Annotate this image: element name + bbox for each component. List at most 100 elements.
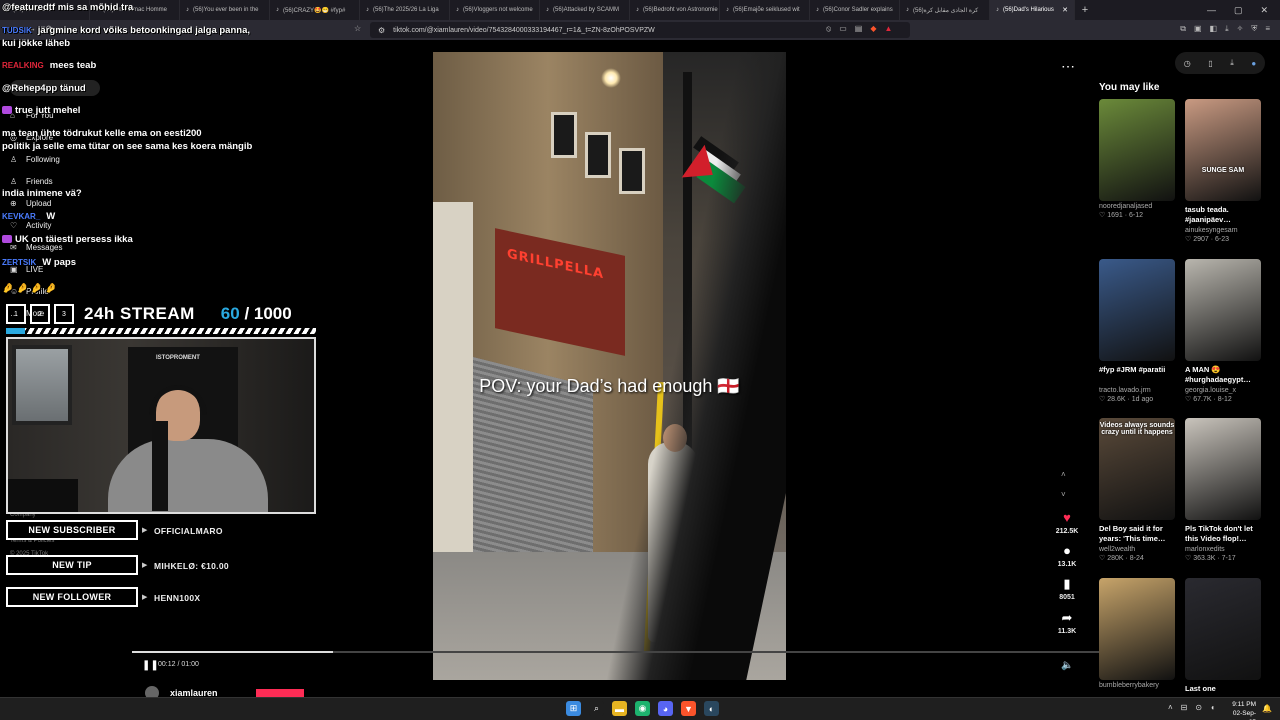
reader-icon[interactable]: ▤ — [855, 24, 863, 34]
chat-message: TUDSIK järgmine kord võiks betoonkingad j… — [2, 25, 250, 36]
video-thumbnail[interactable] — [1099, 259, 1175, 361]
video-meta: ♡ 280K · 8-24 — [1099, 555, 1144, 562]
search-icon[interactable]: ⌕ — [589, 701, 604, 716]
previous-video-icon[interactable]: ˄ — [1061, 470, 1066, 479]
browser-tab[interactable]: ♪ (56)Attacked by SCAMM — [540, 0, 630, 20]
device-icon[interactable]: ▯ — [1208, 59, 1212, 68]
video-author[interactable]: well2wealth — [1099, 545, 1175, 554]
chat-text: @featuredtf mis sa mõhid tra — [2, 2, 134, 13]
app-green-icon[interactable]: ◉ — [635, 701, 650, 716]
download-icon[interactable]: ⤓ — [1230, 58, 1234, 68]
extensions-icon[interactable]: ⧉ — [1180, 24, 1186, 34]
next-video-icon[interactable]: ˅ — [1061, 490, 1066, 499]
chat-text: true jutt mehel — [15, 105, 81, 116]
recommended-video-card[interactable]: A MAN 😍 #hurghadaegypt… georgia.louise_x ♡… — [1185, 259, 1261, 405]
alert-new-tip: NEW TIP — [6, 555, 138, 575]
tiktok-icon: ♪ — [186, 7, 189, 13]
close-tab-icon[interactable]: ✕ — [1062, 6, 1068, 14]
video-time: 00:12 / 01:00 — [158, 661, 199, 668]
windows-icon[interactable]: ⊞ — [566, 701, 581, 716]
alert-value: HENN100X — [154, 593, 201, 603]
more-options-icon[interactable]: ⋯ — [1061, 58, 1075, 75]
history-icon[interactable]: ◷ — [1184, 59, 1191, 68]
video-thumbnail[interactable] — [1099, 578, 1175, 680]
brave-icon[interactable]: ▼ — [681, 701, 696, 716]
video-player[interactable]: GRILLPELLA POV: your Dad’s had enough 🏴󠁧… — [433, 52, 786, 680]
recommended-video-card[interactable]: #fyp #JRM #paratii tracto.lavado.jrm ♡ 28.… — [1099, 259, 1175, 405]
notification-icon[interactable]: 🔔 — [1262, 704, 1272, 713]
volume-icon[interactable]: ◖ — [1210, 703, 1215, 712]
video-thumbnail[interactable]: SUNGE SAM — [1185, 99, 1261, 201]
chat-text: ma tean ühte tödrukut kelle ema on eesti… — [2, 128, 202, 139]
recommended-video-card[interactable]: Pls TikTok don't let this Video flop!… ma… — [1185, 418, 1261, 564]
browser-tab[interactable]: ♪ (56)Bedroht von Astronomie — [630, 0, 720, 20]
discord-icon[interactable]: ◕ — [658, 701, 673, 716]
chat-message: REALKING mees teab — [2, 60, 96, 71]
show-hidden-icon[interactable]: ˄ — [1168, 703, 1173, 712]
video-author[interactable]: bumbleberrybakery — [1099, 681, 1175, 690]
video-caption: POV: your Dad’s had enough 🏴󠁧󠁢󠁥󠁮󠁧󠁿 — [479, 376, 740, 396]
new-tab-button[interactable]: + — [1075, 4, 1095, 16]
site-info-icon[interactable]: ⚙ — [378, 26, 385, 35]
leo-icon[interactable]: ✧ — [1237, 24, 1244, 34]
download-icon[interactable]: ⤓ — [1225, 24, 1229, 34]
recommended-video-card[interactable]: bumbleberrybakery — [1099, 578, 1175, 690]
maximize-icon[interactable]: ▢ — [1234, 5, 1243, 16]
minimize-icon[interactable]: — — [1207, 5, 1216, 16]
video-thumbnail[interactable] — [1099, 99, 1175, 201]
browser-tab[interactable]: ♪ (56)CRAZY🤩😁 #fyp# — [270, 0, 360, 20]
video-author[interactable]: marlonxedits — [1185, 545, 1261, 554]
video-thumbnail[interactable]: Videos always sounds crazy until it happ… — [1099, 418, 1175, 520]
subscriber-badge-icon — [2, 106, 12, 115]
screen-icon[interactable]: ▭ — [839, 24, 847, 34]
video-author[interactable]: tracto.lavado.jrm — [1099, 386, 1175, 395]
tiktok-icon: ♪ — [366, 7, 369, 13]
browser-tab[interactable]: ♪ (56)كرة الجادى مقابل كرة — [900, 0, 990, 20]
tab-title: (56)Vloggers not welcome — [463, 7, 533, 13]
system-clock[interactable]: 9:11 PM 02-Sep-25 — [1228, 700, 1256, 720]
browser-tab[interactable]: ♪ (56)The 2025/26 La Liga — [360, 0, 450, 20]
video-window — [585, 132, 611, 178]
video-author[interactable]: ainukesyngesam — [1185, 226, 1261, 235]
comment-count: 13.1K — [1057, 561, 1077, 568]
camera-blocked-icon[interactable]: ⦸ — [826, 24, 831, 34]
browser-tab[interactable]: ♪ (56)Conor Sadler explains — [810, 0, 900, 20]
browser-tab[interactable]: ♪ (56)Emajõe seiklused wit — [720, 0, 810, 20]
share-button[interactable]: ➦ 11.3K — [1050, 610, 1084, 635]
pause-icon[interactable]: ❚❚ — [142, 660, 159, 671]
steam-icon[interactable]: ◐ — [704, 701, 719, 716]
favorite-button[interactable]: ▮ 8051 — [1050, 576, 1084, 601]
menu-icon[interactable]: ≡ — [1265, 24, 1270, 34]
like-button[interactable]: ♥ 212.5K — [1050, 510, 1084, 535]
video-progress-bar[interactable] — [132, 651, 1136, 653]
shield-icon[interactable]: ◆ — [870, 24, 876, 34]
video-thumbnail[interactable] — [1185, 259, 1261, 361]
sidebar-icon[interactable]: ◧ — [1210, 24, 1218, 34]
sidebar-item-label: Following — [26, 154, 60, 164]
profile-avatar-icon[interactable]: ● — [1251, 59, 1256, 68]
wallet-icon[interactable]: ▣ — [1194, 24, 1202, 34]
bookmark-icon[interactable]: ☆ — [354, 24, 361, 33]
wifi-icon[interactable]: ⊙ — [1195, 703, 1202, 712]
recommended-video-card[interactable]: nooredjanaljased ♡ 1691 · 6-12 — [1099, 99, 1175, 221]
browser-tab[interactable]: ♪ (56)You ever been in the — [180, 0, 270, 20]
vpn-icon[interactable]: ⛨ — [1251, 24, 1257, 34]
browser-tab[interactable]: ♪ (56)Vloggers not welcome — [450, 0, 540, 20]
volume-icon[interactable]: 🔈 — [1061, 660, 1073, 671]
tab-title: (56)Bedroht von Astronomie — [643, 7, 718, 13]
network-icon[interactable]: ⊟ — [1181, 703, 1188, 712]
video-title: A MAN 😍 #hurghadaegypt… — [1185, 365, 1251, 384]
recommended-video-card[interactable]: Last one — [1185, 578, 1261, 704]
video-thumbnail[interactable] — [1185, 578, 1261, 680]
recommended-video-card[interactable]: SUNGE SAM tasub teada. #jaanipäev… ainukes… — [1185, 99, 1261, 245]
video-thumbnail[interactable] — [1185, 418, 1261, 520]
close-icon[interactable]: ✕ — [1260, 5, 1268, 16]
browser-tab[interactable]: ♪ (56)Dad's Hilarious ✕ — [990, 0, 1075, 20]
video-author[interactable]: georgia.louise_x — [1185, 386, 1261, 395]
rewards-icon[interactable]: ▲ — [885, 24, 893, 34]
explorer-icon[interactable]: ▬ — [612, 701, 627, 716]
video-author[interactable]: nooredjanaljased — [1099, 202, 1175, 211]
comment-button[interactable]: ● 13.1K — [1050, 543, 1084, 568]
share-icon: ➦ — [1061, 610, 1073, 625]
recommended-video-card[interactable]: Videos always sounds crazy until it happ… — [1099, 418, 1175, 564]
